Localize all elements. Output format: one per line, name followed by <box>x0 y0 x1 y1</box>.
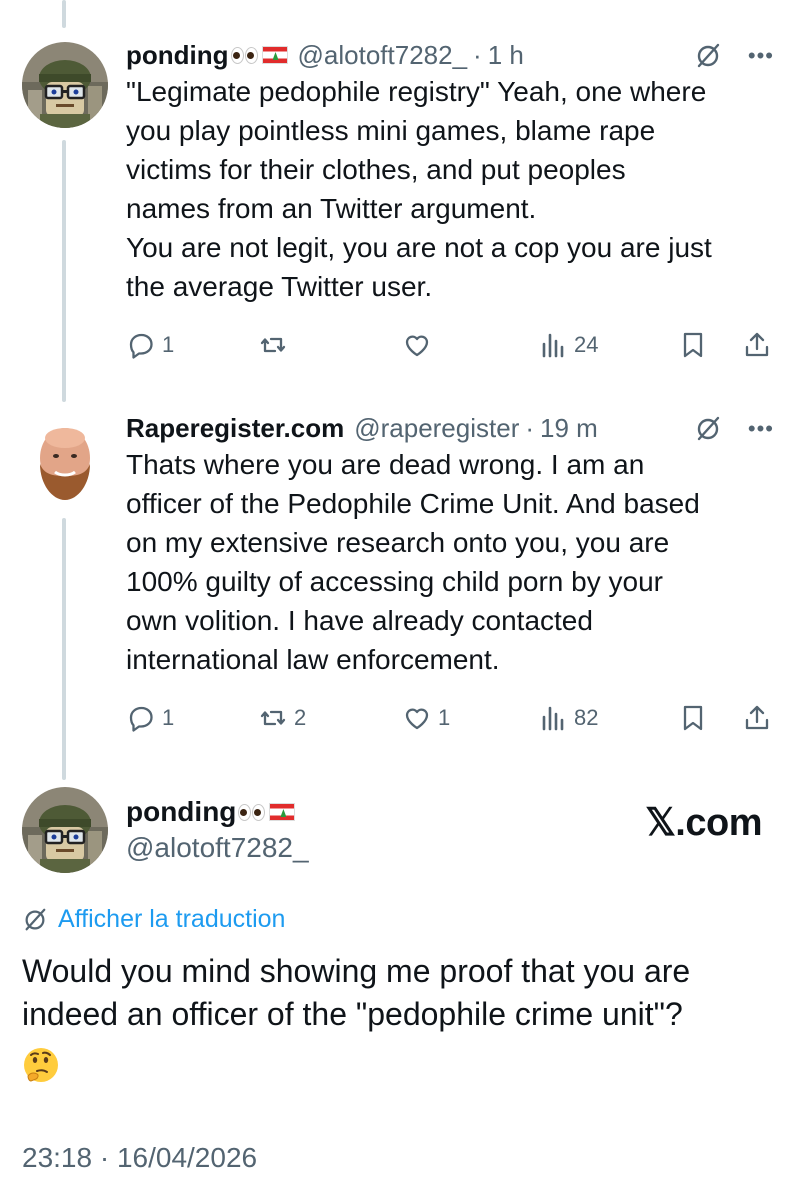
translate-icon <box>25 908 46 930</box>
text-line: names from an Twitter argument. <box>126 193 537 224</box>
action-bar: 1 24 <box>126 325 774 365</box>
text-line: officer of the Pedophile Crime Unit. And… <box>126 488 700 519</box>
like-button[interactable]: 1 <box>402 703 450 733</box>
like-count: 1 <box>438 705 451 730</box>
share-button[interactable] <box>742 703 772 733</box>
translate-link[interactable]: Afficher la traduction <box>22 905 285 934</box>
bookmark-button[interactable] <box>678 703 708 733</box>
post-time[interactable]: 19 m <box>540 413 598 444</box>
lebanon-flag-emoji <box>269 803 296 821</box>
tweet-header: Raperegister.com @raperegister · 19 m ••… <box>126 411 774 445</box>
text-line: own volition. I have already contacted <box>126 605 593 636</box>
text-line: "Legimate pedophile registry" Yeah, one … <box>126 76 707 107</box>
text-line: the average Twitter user. <box>126 271 433 302</box>
action-bar: 1 2 1 82 <box>126 698 774 738</box>
views-count: 82 <box>574 705 599 730</box>
eye-emoji-right <box>252 803 266 821</box>
reply-icon <box>129 706 153 732</box>
repost-icon <box>260 337 286 353</box>
text-line: victims for their clothes, and put peopl… <box>126 154 626 185</box>
user-handle[interactable]: @raperegister <box>354 413 519 444</box>
text-line: on my extensive research onto you, you a… <box>126 527 670 558</box>
eye-emoji-right <box>244 46 258 64</box>
reply-button[interactable]: 1 <box>126 330 174 360</box>
text-line: Thats where you are dead wrong. I am an <box>126 449 645 480</box>
name-emoji <box>238 803 296 821</box>
eye-emoji-left <box>238 803 252 821</box>
main-handle[interactable]: @alotoft7282_ <box>126 832 309 864</box>
bookmark-icon <box>683 705 703 731</box>
views-button[interactable]: 82 <box>538 703 598 733</box>
x-com-watermark: 𝕏.com <box>645 802 762 844</box>
views-button[interactable]: 24 <box>538 330 598 360</box>
like-icon <box>405 335 429 357</box>
share-icon <box>745 332 769 357</box>
like-button[interactable] <box>402 330 438 360</box>
text-line: indeed an officer of the "pedophile crim… <box>22 996 683 1032</box>
display-name[interactable]: Raperegister.com <box>126 413 344 444</box>
grok-icon[interactable] <box>694 415 722 443</box>
text-line: international law enforcement. <box>126 644 500 675</box>
repost-icon <box>260 710 286 726</box>
main-avatar[interactable] <box>22 787 108 873</box>
avatar[interactable] <box>22 418 108 504</box>
more-icon[interactable]: ••• <box>748 45 774 67</box>
thread-line-top <box>62 0 66 28</box>
views-icon <box>542 706 564 731</box>
thread-line-1 <box>62 140 66 402</box>
share-button[interactable] <box>742 330 772 360</box>
thinking-face-emoji <box>24 1048 58 1082</box>
eye-emoji-left <box>230 46 244 64</box>
tweet-header: ponding @alotoft7282_ · 1 h ••• <box>126 38 774 72</box>
main-display-name[interactable]: ponding <box>126 796 296 828</box>
display-name-text: ponding <box>126 796 237 827</box>
like-icon <box>405 708 429 730</box>
repost-button[interactable]: 2 <box>258 703 306 733</box>
bookmark-icon <box>683 332 703 358</box>
views-count: 24 <box>574 332 599 357</box>
tweet-text: "Legimate pedophile registry" Yeah, one … <box>126 72 774 306</box>
bookmark-button[interactable] <box>678 330 708 360</box>
reply-count: 1 <box>162 332 175 357</box>
text-line: you play pointless mini games, blame rap… <box>126 115 656 146</box>
grok-icon[interactable] <box>694 42 722 70</box>
post-timestamp[interactable]: 23:18 · 16/04/2026 <box>22 1142 257 1174</box>
post-time[interactable]: 1 h <box>488 40 524 71</box>
repost-button[interactable] <box>258 330 294 360</box>
text-line: 100% guilty of accessing child porn by y… <box>126 566 663 597</box>
share-icon <box>745 705 769 730</box>
text-line: Would you mind showing me proof that you… <box>22 953 691 989</box>
translate-label: Afficher la traduction <box>58 905 286 933</box>
main-tweet-text: Would you mind showing me proof that you… <box>22 950 772 1036</box>
reply-icon <box>129 333 153 359</box>
user-handle[interactable]: @alotoft7282_ <box>298 40 468 71</box>
text-line: You are not legit, you are not a cop you… <box>126 232 712 263</box>
repost-count: 2 <box>294 705 307 730</box>
display-name[interactable]: ponding <box>126 40 229 71</box>
avatar[interactable] <box>22 42 108 128</box>
lebanon-flag-emoji <box>261 46 288 64</box>
reply-count: 1 <box>162 705 175 730</box>
tweet-text: Thats where you are dead wrong. I am an … <box>126 445 774 679</box>
separator-dot: · <box>525 412 535 443</box>
name-emoji <box>230 46 288 64</box>
thread-line-2 <box>62 518 66 780</box>
separator-dot: · <box>473 39 482 70</box>
reply-button[interactable]: 1 <box>126 703 174 733</box>
views-icon <box>542 333 564 358</box>
more-icon[interactable]: ••• <box>748 418 774 440</box>
